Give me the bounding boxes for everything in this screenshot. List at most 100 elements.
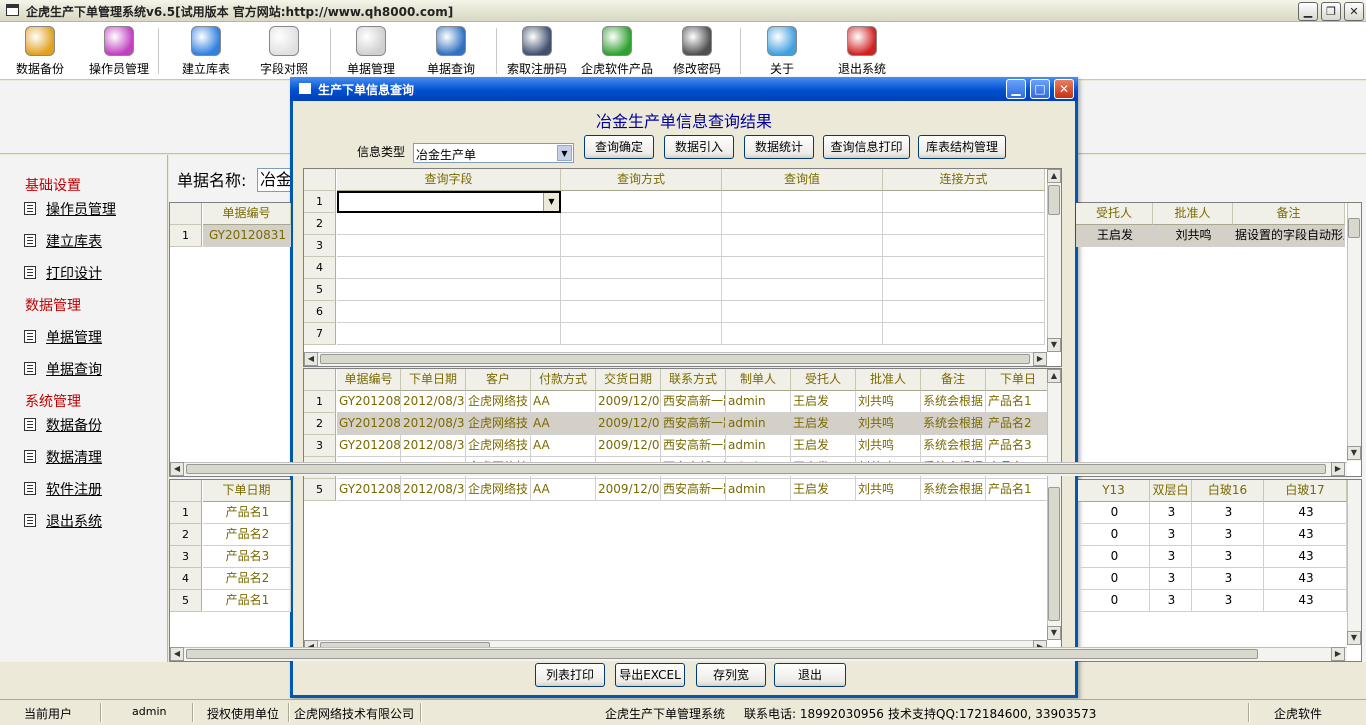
scroll-right-arrow[interactable]: ▶ bbox=[1331, 647, 1345, 661]
result-cell[interactable]: 系统会根据 bbox=[921, 435, 986, 457]
scroll-up-arrow[interactable]: ▲ bbox=[1047, 169, 1061, 183]
scroll-thumb[interactable] bbox=[186, 464, 1326, 474]
scroll-right-arrow[interactable]: ▶ bbox=[1331, 462, 1345, 476]
toolbar-button-1[interactable]: 数据备份 bbox=[0, 26, 80, 78]
result-cell[interactable]: 王启发 bbox=[791, 435, 856, 457]
result-cell[interactable]: 刘共鸣 bbox=[856, 413, 921, 435]
toolbar-button-8[interactable]: 企虎软件产品 bbox=[577, 26, 657, 78]
scroll-down-arrow[interactable]: ▼ bbox=[1047, 338, 1061, 352]
result-cell[interactable]: 王启发 bbox=[791, 479, 856, 501]
query-cell[interactable] bbox=[337, 279, 561, 301]
dialog-minimize-button[interactable]: ▁ bbox=[1006, 79, 1026, 99]
dialog-top-button-4[interactable]: 查询信息打印 bbox=[823, 135, 910, 159]
result-cell[interactable]: 西安高新一路 bbox=[661, 435, 726, 457]
toolbar-button-11[interactable]: 退出系统 bbox=[822, 26, 902, 78]
query-cell[interactable] bbox=[337, 323, 561, 345]
result-cell[interactable]: 西安高新一路 bbox=[661, 479, 726, 501]
sidebar-item[interactable]: 软件注册 bbox=[24, 479, 102, 499]
result-cell[interactable]: 系统会根据 bbox=[921, 413, 986, 435]
scroll-down-arrow[interactable]: ▼ bbox=[1347, 631, 1361, 645]
query-cell[interactable] bbox=[722, 213, 883, 235]
sidebar-item[interactable]: 打印设计 bbox=[24, 263, 102, 283]
toolbar-button-7[interactable]: 索取注册码 bbox=[497, 26, 577, 78]
result-cell[interactable]: AA bbox=[531, 413, 596, 435]
query-cell[interactable] bbox=[561, 191, 722, 213]
result-cell[interactable]: 系统会根据 bbox=[921, 479, 986, 501]
sidebar-item[interactable]: 单据查询 bbox=[24, 359, 102, 379]
result-cell[interactable]: GY2012083 bbox=[337, 479, 401, 501]
result-cell[interactable]: GY2012083 bbox=[337, 413, 401, 435]
query-cell[interactable] bbox=[883, 235, 1045, 257]
query-cell[interactable] bbox=[337, 235, 561, 257]
minimize-button[interactable]: ▁ bbox=[1298, 2, 1318, 21]
result-cell[interactable]: 西安高新一路 bbox=[661, 413, 726, 435]
result-cell[interactable]: AA bbox=[531, 479, 596, 501]
result-cell[interactable]: admin bbox=[726, 413, 791, 435]
query-cell[interactable] bbox=[722, 191, 883, 213]
result-cell[interactable]: admin bbox=[726, 435, 791, 457]
restore-button[interactable]: ❐ bbox=[1321, 2, 1341, 21]
result-cell[interactable]: 产品名2 bbox=[986, 413, 1051, 435]
result-cell[interactable]: 2012/08/31 bbox=[401, 435, 466, 457]
result-cell[interactable]: admin bbox=[726, 391, 791, 413]
scroll-thumb[interactable] bbox=[1048, 185, 1060, 215]
scroll-down-arrow[interactable]: ▼ bbox=[1347, 446, 1361, 460]
query-cell[interactable] bbox=[722, 301, 883, 323]
scroll-thumb[interactable] bbox=[1348, 218, 1360, 238]
query-cell[interactable] bbox=[722, 279, 883, 301]
sidebar-item[interactable]: 数据清理 bbox=[24, 447, 102, 467]
result-cell[interactable]: admin bbox=[726, 479, 791, 501]
result-cell[interactable]: 刘共鸣 bbox=[856, 435, 921, 457]
result-cell[interactable]: 2009/12/01 bbox=[596, 413, 661, 435]
scroll-right-arrow[interactable]: ▶ bbox=[1033, 352, 1047, 366]
dialog-bottom-button-3[interactable]: 存列宽 bbox=[696, 663, 766, 687]
toolbar-button-9[interactable]: 修改密码 bbox=[657, 26, 737, 78]
query-cell[interactable] bbox=[883, 301, 1045, 323]
query-field-dropdown[interactable]: ▼ bbox=[337, 191, 561, 213]
query-cell[interactable] bbox=[561, 323, 722, 345]
query-cell[interactable] bbox=[337, 257, 561, 279]
result-cell[interactable]: 企虎网络技 bbox=[466, 435, 531, 457]
scroll-thumb[interactable] bbox=[1048, 487, 1060, 621]
query-cell[interactable] bbox=[722, 257, 883, 279]
query-cell[interactable] bbox=[883, 213, 1045, 235]
result-cell[interactable]: 2012/08/31 bbox=[401, 391, 466, 413]
result-cell[interactable]: 企虎网络技 bbox=[466, 391, 531, 413]
vertical-scrollbar[interactable] bbox=[1347, 480, 1361, 645]
sidebar-item[interactable]: 单据管理 bbox=[24, 327, 102, 347]
sidebar-item[interactable]: 退出系统 bbox=[24, 511, 102, 531]
query-cell[interactable] bbox=[883, 323, 1045, 345]
scroll-up-arrow[interactable]: ▲ bbox=[1047, 369, 1061, 383]
query-cell[interactable] bbox=[561, 279, 722, 301]
vertical-scrollbar[interactable] bbox=[1347, 203, 1361, 461]
chevron-down-icon[interactable]: ▼ bbox=[557, 145, 572, 161]
query-cell[interactable] bbox=[561, 301, 722, 323]
scroll-left-arrow[interactable]: ◀ bbox=[304, 352, 318, 366]
result-cell[interactable]: 王启发 bbox=[791, 413, 856, 435]
query-cell[interactable] bbox=[722, 235, 883, 257]
result-cell[interactable]: AA bbox=[531, 435, 596, 457]
result-cell[interactable]: 产品名3 bbox=[986, 435, 1051, 457]
result-cell[interactable]: 2009/12/01 bbox=[596, 391, 661, 413]
dialog-top-button-1[interactable]: 查询确定 bbox=[584, 135, 654, 159]
result-cell[interactable]: 系统会根据 bbox=[921, 391, 986, 413]
toolbar-button-6[interactable]: 单据查询 bbox=[411, 26, 491, 78]
result-cell[interactable]: 2009/12/01 bbox=[596, 479, 661, 501]
dialog-top-button-3[interactable]: 数据统计 bbox=[744, 135, 814, 159]
chevron-down-icon[interactable]: ▼ bbox=[543, 193, 559, 211]
result-cell[interactable]: GY2012083 bbox=[337, 391, 401, 413]
query-cell[interactable] bbox=[337, 301, 561, 323]
sidebar-item[interactable]: 操作员管理 bbox=[24, 199, 116, 219]
scroll-left-arrow[interactable]: ◀ bbox=[170, 647, 184, 661]
query-cell[interactable] bbox=[561, 235, 722, 257]
scroll-thumb[interactable] bbox=[320, 354, 1030, 364]
result-cell[interactable]: 2012/08/31 bbox=[401, 479, 466, 501]
result-cell[interactable]: 刘共鸣 bbox=[856, 479, 921, 501]
dialog-bottom-button-2[interactable]: 导出EXCEL bbox=[615, 663, 685, 687]
toolbar-button-10[interactable]: 关于 bbox=[742, 26, 822, 78]
dialog-bottom-button-1[interactable]: 列表打印 bbox=[535, 663, 605, 687]
toolbar-button-2[interactable]: 操作员管理 bbox=[79, 26, 159, 78]
query-cell[interactable] bbox=[561, 257, 722, 279]
close-button[interactable]: ✕ bbox=[1344, 2, 1364, 21]
dialog-maximize-button[interactable]: □ bbox=[1030, 79, 1050, 99]
